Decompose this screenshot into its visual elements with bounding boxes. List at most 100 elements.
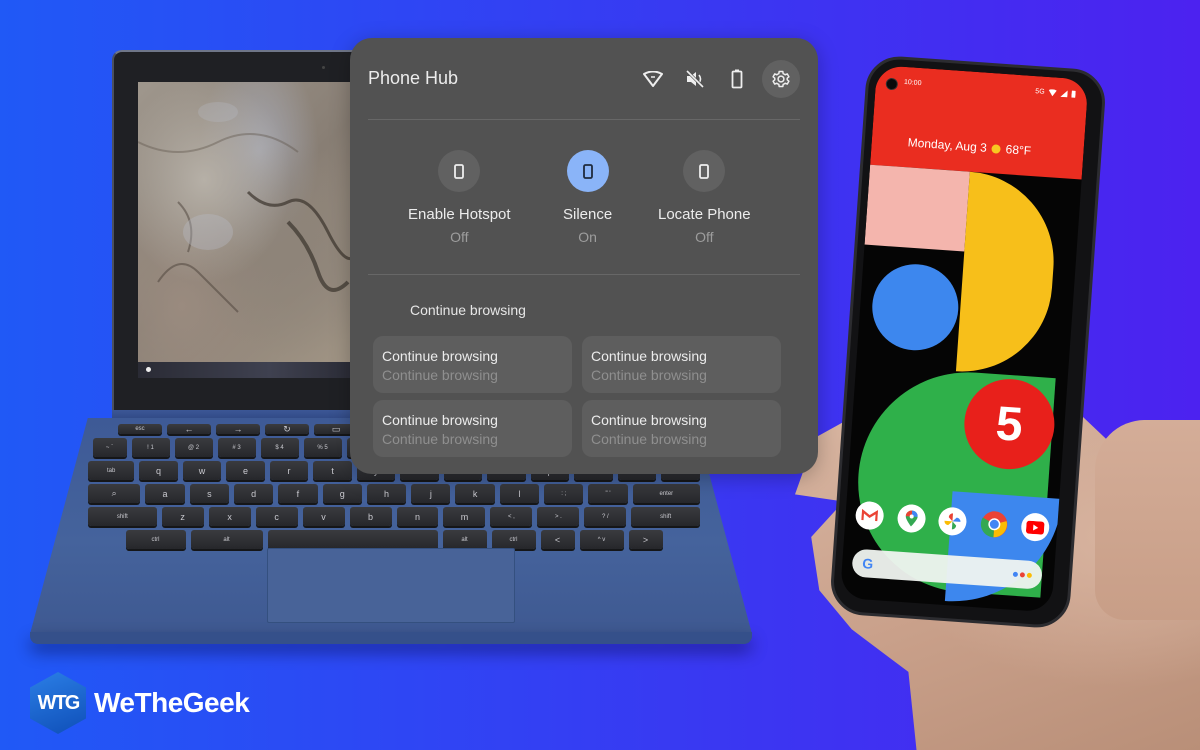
keyboard-key[interactable]: " ' [588,484,628,503]
keyboard-key[interactable]: tab [88,461,135,480]
cell-signal-icon [1060,89,1068,97]
keyboard-row: ctrl alt alt ctrl < ^ v > [88,530,700,549]
phone-hub-panel: Phone Hub Enable Hotspot Off Silence On [350,38,818,474]
browsing-card-subtitle: Continue browsing [382,431,498,447]
photos-app-icon[interactable] [937,506,968,537]
keyboard-key[interactable]: > . [537,507,580,526]
trackpad[interactable] [267,548,515,623]
keyboard-key[interactable]: w [182,461,222,480]
hotspot-toggle[interactable] [438,150,481,192]
hotspot-state: Off [450,229,469,245]
keyboard-key[interactable]: ~ ` [92,438,127,457]
keyboard-key[interactable]: ← [167,424,211,434]
laptop-deck-edge [30,632,752,644]
laptop-wallpaper [138,82,358,362]
battery-icon [716,61,758,97]
keyboard-key[interactable]: alt [442,530,487,549]
browsing-card-subtitle: Continue browsing [382,367,498,383]
phone-status-icons [632,60,800,98]
wallpaper-pink-block [864,164,970,252]
keyboard-row: shift z x c v b n m < , > .? / shift [87,507,701,526]
keyboard-key[interactable]: d [233,484,274,503]
keyboard-key[interactable]: v [302,507,345,526]
wtg-hexagon-icon: WTG [30,672,86,734]
wethegeek-logo: WTG WeTheGeek [30,672,250,734]
keyboard-key[interactable]: > [628,530,663,549]
keyboard-key[interactable]: x [208,507,251,526]
keyboard-key[interactable]: ctrl [125,530,186,549]
keyboard-key[interactable]: t [313,461,352,480]
keyboard-key[interactable]: # 3 [217,438,256,457]
status-clock: 10:00 [903,78,922,88]
keyboard-key[interactable]: q [139,461,178,480]
keyboard-key[interactable]: e [226,461,265,480]
keyboard-key[interactable]: s [189,484,229,503]
browsing-card[interactable]: Continue browsing Continue browsing [582,400,781,457]
keyboard-key[interactable]: c [255,507,298,526]
keyboard-key[interactable]: ? / [584,507,627,526]
keyboard-key[interactable]: % 5 [303,438,342,457]
pixel-phone: 5 10:00 5G Monday, Aug 3 68°F G [828,54,1108,630]
hotspot-label: Enable Hotspot [408,206,511,223]
silence-state: On [578,229,597,245]
keyboard-key[interactable]: h [366,484,407,503]
keyboard-key[interactable]: ^ v [579,530,624,549]
browsing-card[interactable]: Continue browsing Continue browsing [582,336,781,393]
phone-icon [582,163,593,179]
keyboard-key[interactable]: f [278,484,318,503]
browsing-card[interactable]: Continue browsing Continue browsing [373,336,572,393]
keyboard-key[interactable]: shift [631,507,701,526]
maps-app-icon[interactable] [896,503,926,534]
keyboard-key[interactable]: a [145,484,185,503]
keyboard-key[interactable]: < [540,530,575,549]
browsing-card-title: Continue browsing [382,348,498,364]
quick-setting-hotspot[interactable]: Enable Hotspot Off [408,150,511,245]
quick-setting-locate-phone[interactable]: Locate Phone Off [658,150,751,245]
keyboard-key[interactable]: alt [190,530,263,549]
keyboard-key[interactable]: k [455,484,495,503]
browsing-card-subtitle: Continue browsing [591,431,707,447]
keyboard-key[interactable]: r [269,461,309,480]
keyboard-key[interactable]: n [396,507,439,526]
keyboard-key[interactable]: ↻ [265,424,309,434]
youtube-app-icon[interactable] [1020,512,1051,543]
keyboard-key[interactable]: g [322,484,362,503]
gmail-app-icon[interactable] [854,500,885,531]
canyon-texture [138,102,358,313]
thumb [1095,420,1200,620]
keyboard-key[interactable]: ⌕ [88,484,141,503]
browsing-card[interactable]: Continue browsing Continue browsing [373,400,572,457]
brand-name: WeTheGeek [94,687,250,718]
keyboard-key[interactable]: @ 2 [174,438,213,457]
locate-phone-state: Off [695,229,714,245]
keyboard-key[interactable]: ctrl [491,530,536,549]
keyboard-row: ⌕ a s d f g h j k l: ; " ' enter [88,484,701,503]
phone-icon [699,163,710,179]
settings-button[interactable] [762,60,800,98]
keyboard-key[interactable]: j [411,484,451,503]
keyboard-key[interactable]: z [161,507,204,526]
keyboard-key[interactable]: m [443,507,486,526]
browsing-card-subtitle: Continue browsing [591,367,707,383]
keyboard-key[interactable]: < , [490,507,533,526]
chrome-app-icon[interactable] [979,509,1009,539]
quick-setting-silence[interactable]: Silence On [563,150,612,245]
keyboard-key[interactable] [267,530,438,549]
section-divider [368,274,800,275]
keyboard-key[interactable]: shift [87,507,157,526]
launcher-button[interactable] [146,367,151,372]
keyboard-key[interactable]: : ; [544,484,584,503]
keyboard-key[interactable]: → [216,424,260,434]
keyboard-key[interactable]: esc [118,424,162,434]
keyboard-key[interactable]: $ 4 [260,438,299,457]
keyboard-key[interactable]: l [499,484,540,503]
assistant-icon[interactable] [1012,571,1033,578]
network-label: 5G [1035,87,1045,96]
locate-phone-toggle[interactable] [683,150,726,192]
wallpaper-blue-circle [869,261,962,354]
silence-toggle[interactable] [566,150,609,192]
browsing-card-title: Continue browsing [382,412,498,428]
keyboard-key[interactable]: ! 1 [131,438,170,457]
keyboard-key[interactable]: b [349,507,392,526]
keyboard-key[interactable]: enter [632,484,701,503]
